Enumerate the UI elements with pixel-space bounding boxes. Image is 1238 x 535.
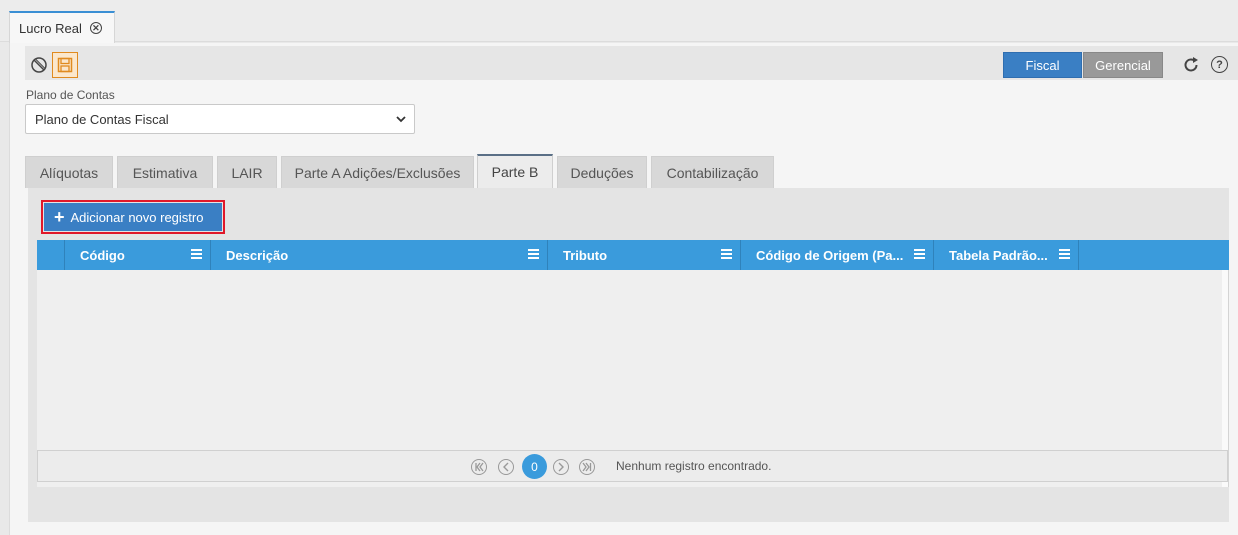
column-menu-icon[interactable] [1059,249,1070,260]
plano-de-contas-select[interactable]: Plano de Contas Fiscal [25,104,415,134]
plus-icon: + [54,207,65,227]
refresh-icon[interactable] [1181,55,1201,75]
tab-lair[interactable]: LAIR [217,156,277,188]
gerencial-button[interactable]: Gerencial [1083,52,1163,78]
last-page-icon[interactable] [579,459,595,475]
current-page[interactable]: 0 [522,454,547,479]
column-descricao[interactable]: Descrição [210,240,547,270]
toolbar: Fiscal Gerencial ? [25,46,1238,80]
plano-de-contas-label: Plano de Contas [26,88,115,102]
column-descricao-label: Descrição [226,247,289,263]
close-icon[interactable]: ✕ [89,22,102,34]
column-menu-icon[interactable] [721,249,732,260]
add-record-button-body: + Adicionar novo registro [44,203,222,231]
column-menu-icon[interactable] [191,249,202,260]
next-page-icon[interactable] [553,459,569,475]
column-codigo-origem-label: Código de Origem (Pa... [756,247,904,263]
help-icon[interactable]: ? [1211,56,1228,73]
pager-status: Nenhum registro encontrado. [616,459,772,473]
add-record-label: Adicionar novo registro [70,209,204,225]
plano-de-contas-value: Plano de Contas Fiscal [35,111,169,127]
column-tributo-label: Tributo [563,247,608,263]
column-tributo[interactable]: Tributo [547,240,740,270]
tab-deducoes[interactable]: Deduções [557,156,647,188]
tab-aliquotas[interactable]: Alíquotas [25,156,113,188]
column-codigo-label: Código [80,247,125,263]
previous-page-icon[interactable] [498,459,514,475]
main-panel: Fiscal Gerencial ? Plano de Contas Plano… [9,43,1238,535]
grid-header: Código Descrição Tributo Código de Orige… [37,240,1229,270]
document-tab[interactable]: Lucro Real ✕ [9,11,115,43]
document-tab-title: Lucro Real [19,20,82,36]
tab-parte-a[interactable]: Parte A Adições/Exclusões [281,156,474,188]
tab-estimativa[interactable]: Estimativa [117,156,213,188]
add-record-button[interactable]: + Adicionar novo registro [41,200,225,234]
tab-strip: Lucro Real ✕ [0,0,1238,43]
first-page-icon[interactable] [471,459,487,475]
column-spacer [1078,240,1229,270]
view-mode-toggle: Fiscal Gerencial [1003,52,1163,78]
column-menu-icon[interactable] [914,249,925,260]
column-codigo[interactable]: Código [64,240,210,270]
column-tabela-padrao[interactable]: Tabela Padrão... [933,240,1078,270]
tab-parte-b[interactable]: Parte B [477,154,553,188]
select-column-header[interactable] [37,240,64,270]
column-menu-icon[interactable] [528,249,539,260]
pager: 0 Nenhum registro encontrado. [37,450,1228,482]
fiscal-button[interactable]: Fiscal [1003,52,1082,78]
save-icon[interactable] [52,52,78,78]
tab-contabilizacao[interactable]: Contabilização [651,156,774,188]
chevron-down-icon [396,116,406,123]
block-icon[interactable] [26,52,52,78]
column-tabela-padrao-label: Tabela Padrão... [949,247,1048,263]
tab-content: + Adicionar novo registro Código Descriç… [28,188,1229,522]
column-codigo-origem[interactable]: Código de Origem (Pa... [740,240,933,270]
